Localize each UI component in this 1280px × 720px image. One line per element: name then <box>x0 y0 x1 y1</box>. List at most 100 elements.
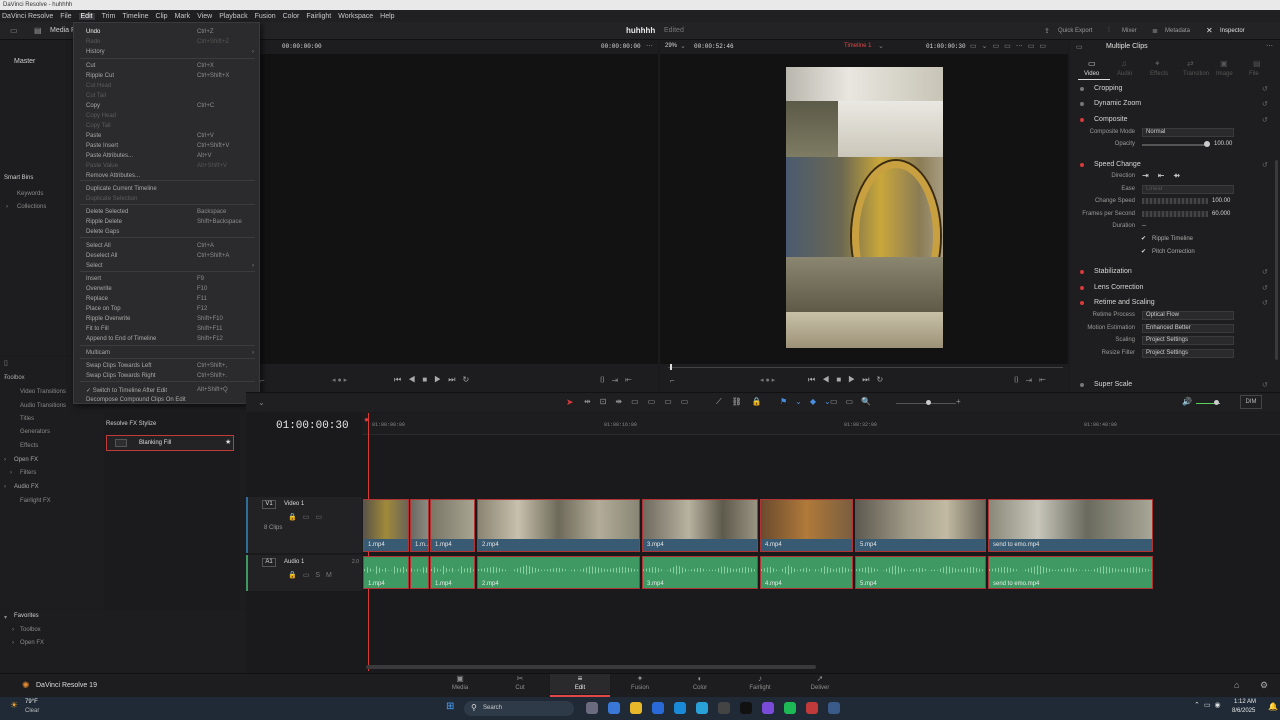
viewer-options-icons[interactable]: ▭⌄▭▭⋯▭▭ <box>970 42 1051 50</box>
zoom-in-icon[interactable]: + <box>956 397 961 406</box>
audio-clip[interactable]: send to emo.mp4 <box>988 556 1153 589</box>
page-media[interactable]: ▣ Media <box>430 674 490 694</box>
audio-clip[interactable]: 1.mp4 <box>430 556 475 589</box>
effects-tab-icon[interactable]: ✦ <box>1154 59 1161 68</box>
inspector-button[interactable]: Inspector <box>1220 28 1245 34</box>
store-icon[interactable] <box>674 702 686 714</box>
metadata-icon[interactable]: ≣ <box>1152 27 1158 35</box>
collections-bin[interactable]: Collections <box>17 204 46 210</box>
edge-icon[interactable] <box>696 702 708 714</box>
edit-menu-paste-attributes[interactable]: Paste Attributes... <box>86 153 133 159</box>
effects-tree-item[interactable]: Audio FX <box>14 484 39 490</box>
page-deliver[interactable]: ➚ Deliver <box>790 674 850 694</box>
weather-icon[interactable]: ☀ <box>10 700 18 711</box>
menu-playback[interactable]: Playback <box>219 13 247 20</box>
ripple-timeline-checkbox[interactable]: ✔ <box>1141 235 1146 242</box>
collections-chevron-icon[interactable]: › <box>6 204 8 210</box>
master-bin[interactable]: Master <box>14 58 35 65</box>
section-composite[interactable]: Composite <box>1094 116 1127 123</box>
timeline-name[interactable]: Timeline 1 <box>844 43 871 49</box>
edit-menu-ripple-overwrite[interactable]: Ripple Overwrite <box>86 316 130 322</box>
dim-button[interactable]: DIM <box>1240 395 1262 409</box>
resolve-taskbar-icon[interactable] <box>806 702 818 714</box>
volume-slider-knob[interactable] <box>1214 400 1219 405</box>
fav-toolbox-chevron-icon[interactable]: › <box>12 627 14 633</box>
edit-menu-replace[interactable]: Replace <box>86 296 108 302</box>
direction-icons[interactable]: ⇥⇤⇻ <box>1142 171 1189 180</box>
menu-color[interactable]: Color <box>283 13 300 20</box>
source-jog-icon[interactable]: ◂ ● ▸ <box>332 376 347 384</box>
zoom-mode-icons[interactable]: ▭▭🔍 <box>830 397 879 406</box>
program-playhead[interactable] <box>670 364 672 370</box>
volume-icon[interactable]: 🔊 <box>1182 397 1192 406</box>
program-jog-icon[interactable]: ◂ ● ▸ <box>760 376 775 384</box>
edit-menu-switch-to-timeline-after-edit[interactable]: ✓ Switch to Timeline After Edit <box>86 387 167 394</box>
tab-image[interactable]: Image <box>1216 71 1233 77</box>
reset-icon[interactable]: ↺ <box>1262 299 1268 307</box>
menu-fusion[interactable]: Fusion <box>255 13 276 20</box>
reset-icon[interactable]: ↺ <box>1262 85 1268 93</box>
edit-menu-paste[interactable]: Paste <box>86 133 101 139</box>
section-stabilization[interactable]: Stabilization <box>1094 268 1132 275</box>
composite-mode-select[interactable]: Normal <box>1142 128 1234 137</box>
effects-tree-item[interactable]: Video Transitions <box>20 389 66 395</box>
reset-icon[interactable]: ↺ <box>1262 381 1268 389</box>
media-pool-icon[interactable]: ▤ <box>34 26 42 35</box>
edit-menu-paste-insert[interactable]: Paste Insert <box>86 143 118 149</box>
page-fusion[interactable]: ✦ Fusion <box>610 674 670 694</box>
edit-menu-undo[interactable]: Undo <box>86 29 100 35</box>
change-speed-value[interactable]: 100.00 <box>1212 198 1230 204</box>
tab-audio[interactable]: Audio <box>1117 71 1132 77</box>
mixer-icon[interactable]: ⫶ <box>1108 27 1110 35</box>
source-viewer[interactable] <box>260 54 658 364</box>
snap-link-lock-icons[interactable]: ⟋⛓🔒 <box>716 397 772 407</box>
source-options-icon[interactable]: ⋯ <box>646 42 653 50</box>
menu-trim[interactable]: Trim <box>102 13 116 20</box>
menu-clip[interactable]: Clip <box>156 13 168 20</box>
section-super-scale[interactable]: Super Scale <box>1094 381 1132 388</box>
system-tray-icons[interactable]: ⌃▭◉ <box>1194 701 1225 709</box>
audio-clip[interactable]: 2.mp4 <box>477 556 640 589</box>
timeline-scrollbar[interactable] <box>366 665 816 669</box>
effects-panel-icon[interactable]: ▯ <box>4 359 8 367</box>
fps-value[interactable]: 60.000 <box>1212 211 1230 217</box>
program-playback-controls[interactable]: ⏮◀■▶⏭↻ <box>808 375 890 385</box>
copilot-app-icon[interactable] <box>586 702 598 714</box>
quick-export-button[interactable]: Quick Export <box>1058 28 1092 34</box>
tree-chevron-icon[interactable]: › <box>4 457 6 463</box>
source-playback-controls[interactable]: ⏮◀■▶⏭↻ <box>394 375 476 385</box>
windows-start-icon[interactable]: ⊞ <box>446 701 454 712</box>
effects-tree-item[interactable]: Toolbox <box>4 375 25 381</box>
panel-toggle-icon[interactable]: ▭ <box>10 26 18 35</box>
edit-menu-swap-clips-towards-left[interactable]: Swap Clips Towards Left <box>86 363 152 369</box>
tab-transition[interactable]: Transition <box>1183 71 1209 77</box>
inspector-layout-icon[interactable]: ▭ <box>1076 43 1083 51</box>
video-clip[interactable]: 1.m... <box>410 499 429 552</box>
program-viewer[interactable] <box>660 54 1068 364</box>
audio-clip[interactable]: 4.mp4 <box>760 556 853 589</box>
mixer-button[interactable]: Mixer <box>1122 28 1137 34</box>
notification-icon[interactable]: 🔔 <box>1268 702 1278 711</box>
effects-tree-item[interactable]: Audio Transitions <box>20 403 66 409</box>
timeline-chevron-icon[interactable]: ⌄ <box>878 42 884 50</box>
page-color[interactable]: ◐ Color <box>670 674 730 694</box>
zoom-chevron-icon[interactable]: ⌄ <box>680 42 686 50</box>
edit-menu-duplicate-current-timeline[interactable]: Duplicate Current Timeline <box>86 186 157 192</box>
page-cut[interactable]: ✂ Cut <box>490 674 550 694</box>
audio-tab-icon[interactable]: ♫ <box>1121 59 1127 68</box>
edit-menu-insert[interactable]: Insert <box>86 276 101 282</box>
video-tab-icon[interactable]: ▭ <box>1088 59 1096 68</box>
edit-menu-place-on-top[interactable]: Place on Top <box>86 306 121 312</box>
favorite-star-icon[interactable]: ★ <box>225 438 231 446</box>
fav-toolbox[interactable]: Toolbox <box>20 627 41 633</box>
task-view-icon[interactable] <box>608 702 620 714</box>
reset-icon[interactable]: ↺ <box>1262 284 1268 292</box>
edit-menu-history[interactable]: History <box>86 49 105 55</box>
zoom-slider-knob[interactable] <box>926 400 931 405</box>
effects-tree-item[interactable]: Titles <box>20 416 34 422</box>
retime-process-select[interactable]: Optical Flow <box>1142 311 1234 320</box>
obs-icon[interactable] <box>718 702 730 714</box>
reset-icon[interactable]: ↺ <box>1262 268 1268 276</box>
tree-chevron-icon[interactable]: › <box>4 375 6 381</box>
edit-menu-delete-gaps[interactable]: Delete Gaps <box>86 229 119 235</box>
